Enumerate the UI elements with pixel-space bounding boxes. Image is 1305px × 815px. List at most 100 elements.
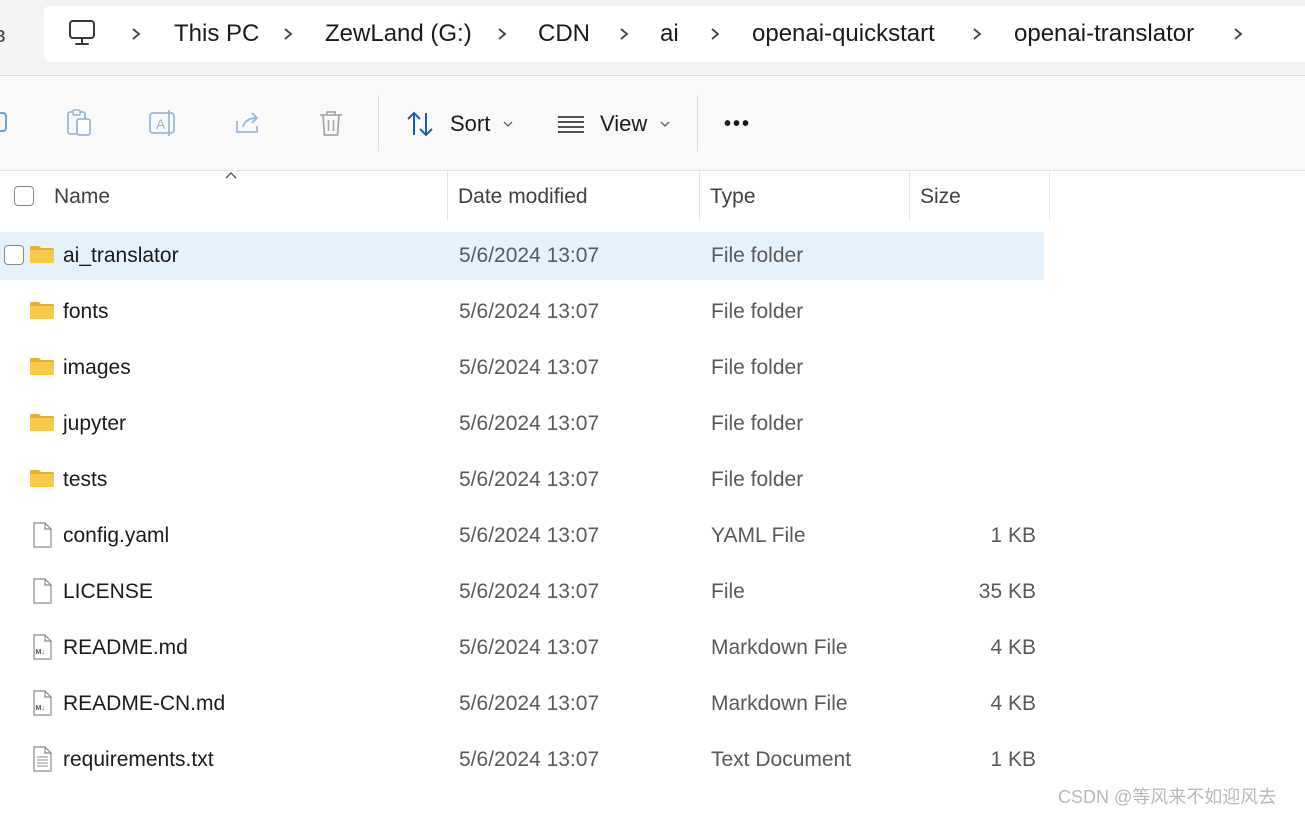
paste-icon[interactable] (63, 107, 95, 139)
file-date-modified: 5/6/2024 13:07 (459, 524, 600, 547)
text-file-icon (28, 745, 56, 773)
breadcrumb-openai-translator[interactable]: openai-translator (1014, 6, 1194, 62)
column-divider[interactable] (909, 172, 910, 220)
select-all-checkbox[interactable] (14, 186, 34, 206)
column-header-name[interactable]: Name (54, 172, 110, 222)
rename-icon[interactable]: A (147, 107, 179, 139)
file-date-modified: 5/6/2024 13:07 (459, 580, 600, 603)
more-options-button[interactable]: ••• (724, 103, 751, 145)
toolbar-divider (697, 95, 698, 151)
markdown-file-icon: M↓ (28, 689, 56, 717)
back-button-edge[interactable]: ʙ (0, 22, 6, 48)
file-size: 4 KB (990, 692, 1036, 715)
file-date-modified: 5/6/2024 13:07 (459, 412, 600, 435)
file-type: File folder (711, 412, 804, 435)
column-header-size[interactable]: Size (920, 172, 961, 222)
share-icon[interactable] (231, 107, 263, 139)
chevron-right-icon[interactable] (496, 23, 508, 45)
file-type: Markdown File (711, 692, 848, 715)
file-date-modified: 5/6/2024 13:07 (459, 748, 600, 771)
file-name: README-CN.md (63, 692, 226, 715)
breadcrumb-openai-quickstart[interactable]: openai-quickstart (752, 6, 935, 62)
sort-button[interactable]: Sort (404, 103, 514, 145)
column-divider[interactable] (447, 172, 448, 220)
chevron-right-icon[interactable] (130, 23, 142, 45)
column-header-type[interactable]: Type (710, 172, 756, 222)
file-name: README.md (63, 636, 188, 659)
folder-icon (28, 409, 56, 437)
toolbar-divider (378, 95, 379, 151)
file-date-modified: 5/6/2024 13:07 (459, 692, 600, 715)
delete-icon[interactable] (315, 107, 347, 139)
breadcrumb-ai[interactable]: ai (660, 6, 679, 62)
chevron-right-icon[interactable] (618, 23, 630, 45)
file-icon (28, 577, 56, 605)
file-row[interactable]: fonts 5/6/2024 13:07 File folder (0, 288, 1044, 336)
breadcrumb-this-pc[interactable]: This PC (174, 6, 259, 62)
file-row[interactable]: images 5/6/2024 13:07 File folder (0, 344, 1044, 392)
file-date-modified: 5/6/2024 13:07 (459, 244, 600, 267)
chevron-right-icon[interactable] (971, 23, 983, 45)
file-date-modified: 5/6/2024 13:07 (459, 356, 600, 379)
view-label: View (600, 111, 648, 136)
folder-icon (28, 241, 56, 269)
file-type: YAML File (711, 524, 806, 547)
file-row[interactable]: config.yaml 5/6/2024 13:07 YAML File 1 KB (0, 512, 1044, 560)
file-name: images (63, 356, 131, 379)
computer-icon[interactable] (68, 18, 96, 48)
file-type: Markdown File (711, 636, 848, 659)
file-type: File (711, 580, 745, 603)
column-header-date[interactable]: Date modified (458, 172, 588, 222)
file-date-modified: 5/6/2024 13:07 (459, 468, 600, 491)
sort-ascending-icon (225, 172, 237, 179)
file-name: jupyter (63, 412, 127, 435)
view-button[interactable]: View (556, 103, 671, 145)
file-row[interactable]: requirements.txt 5/6/2024 13:07 Text Docum… (0, 736, 1044, 784)
file-size: 35 KB (978, 580, 1036, 603)
markdown-file-icon: M↓ (28, 633, 56, 661)
command-toolbar: A Sort View ••• (0, 77, 1305, 171)
breadcrumb-cdn[interactable]: CDN (538, 6, 590, 62)
chevron-right-icon[interactable] (282, 23, 294, 45)
row-checkbox[interactable] (4, 245, 24, 265)
file-name: LICENSE (63, 580, 153, 603)
file-name: config.yaml (63, 524, 170, 547)
file-size: 1 KB (990, 748, 1036, 771)
folder-icon (28, 297, 56, 325)
svg-text:M↓: M↓ (36, 649, 45, 656)
chevron-down-icon (660, 121, 670, 127)
file-row[interactable]: M↓ README-CN.md 5/6/2024 13:07 Markdown Fil… (0, 680, 1044, 728)
chevron-right-icon[interactable] (709, 23, 721, 45)
file-date-modified: 5/6/2024 13:07 (459, 300, 600, 323)
file-row[interactable]: LICENSE 5/6/2024 13:07 File 35 KB (0, 568, 1044, 616)
address-bar-area: ʙ This PC ZewLand (G:) CDN ai openai-qui… (0, 0, 1305, 76)
file-size: 1 KB (990, 524, 1036, 547)
file-row[interactable]: ai_translator 5/6/2024 13:07 File folder (0, 232, 1044, 280)
view-icon (558, 116, 584, 133)
breadcrumb[interactable]: This PC ZewLand (G:) CDN ai openai-quick… (44, 6, 1305, 62)
watermark: CSDN @等风来不如迎风去 (1058, 787, 1277, 807)
sort-icon (407, 111, 433, 137)
file-type: File folder (711, 468, 804, 491)
chevron-right-icon[interactable] (1232, 23, 1244, 45)
file-date-modified: 5/6/2024 13:07 (459, 636, 600, 659)
copy-icon[interactable] (0, 107, 14, 139)
file-name: tests (63, 468, 108, 491)
file-name: requirements.txt (63, 748, 214, 771)
file-type: File folder (711, 356, 804, 379)
column-divider[interactable] (699, 172, 700, 220)
file-name: fonts (63, 300, 109, 323)
folder-icon (28, 465, 56, 493)
file-type: File folder (711, 300, 804, 323)
column-divider[interactable] (1049, 172, 1050, 220)
file-row[interactable]: tests 5/6/2024 13:07 File folder (0, 456, 1044, 504)
file-type: Text Document (711, 748, 852, 771)
breadcrumb-drive[interactable]: ZewLand (G:) (325, 6, 472, 62)
svg-text:M↓: M↓ (36, 705, 45, 712)
sort-label: Sort (450, 111, 491, 136)
file-size: 4 KB (990, 636, 1036, 659)
chevron-down-icon (503, 121, 513, 127)
file-row[interactable]: jupyter 5/6/2024 13:07 File folder (0, 400, 1044, 448)
file-row[interactable]: M↓ README.md 5/6/2024 13:07 Markdown File 4 … (0, 624, 1044, 672)
file-type: File folder (711, 244, 804, 267)
